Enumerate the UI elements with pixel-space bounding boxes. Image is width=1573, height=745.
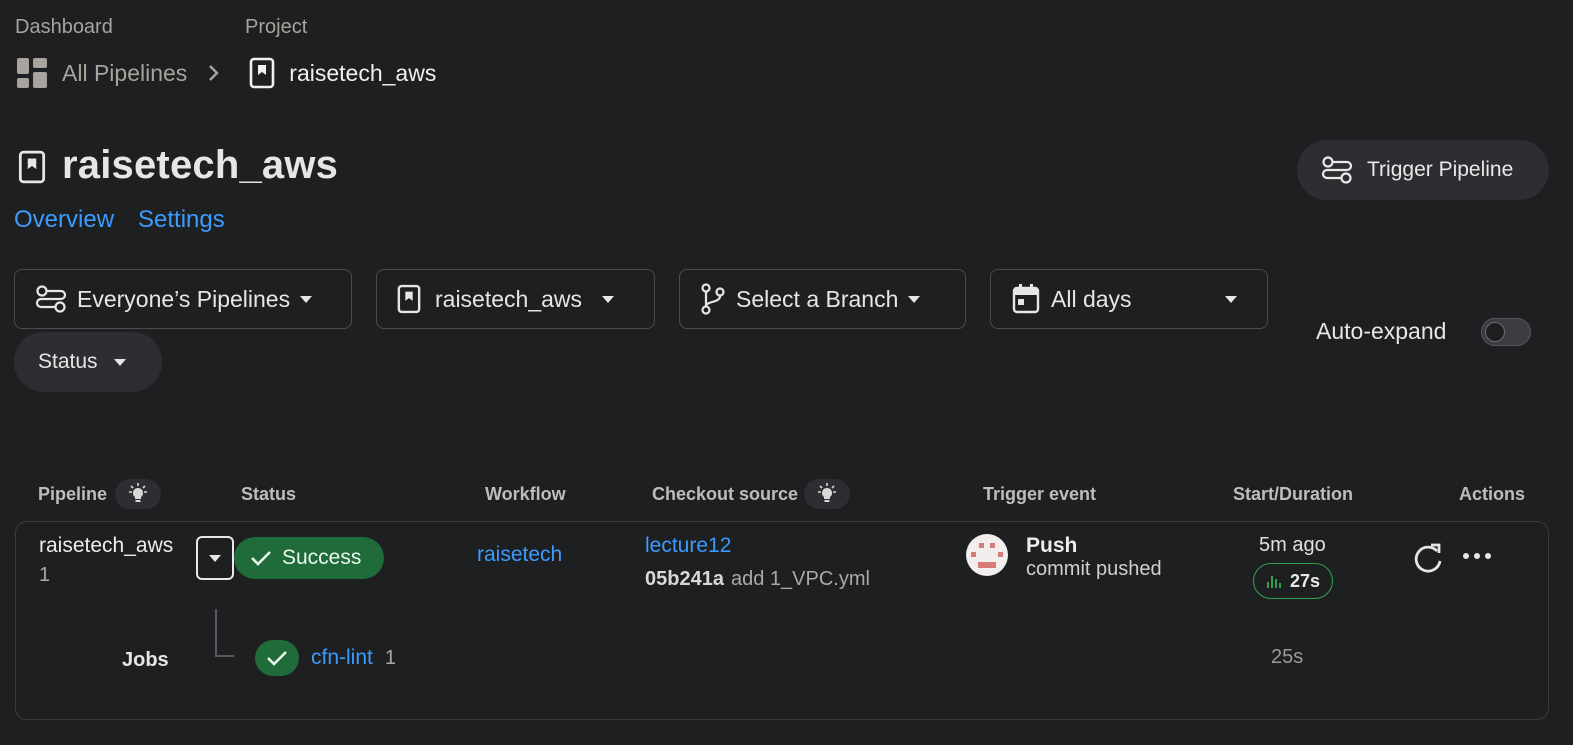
chevron-down-icon [113,358,126,366]
job-connector-line [214,609,236,659]
workflow-link[interactable]: raisetech [477,543,562,567]
branch-filter[interactable]: Select a Branch [679,269,966,329]
column-header-start: Start/Duration [1233,484,1354,504]
pipelines-icon [35,284,67,314]
chevron-down-icon [908,295,921,303]
breadcrumb-project-label: Project [245,16,308,38]
job-item: cfn-lint 1 [311,646,396,670]
project-icon [397,284,421,314]
chevron-down-icon [602,295,615,303]
chevron-down-icon [1225,295,1237,303]
column-header-workflow: Workflow [485,484,566,504]
pipeline-number: 1 [39,564,51,586]
commit-message: add 1_VPC.yml [730,568,870,590]
column-header-checkout-label: Checkout source [652,483,799,504]
pipelines-filter-label: Everyone’s Pipelines [77,285,291,312]
column-header-pipeline-label: Pipeline [38,483,108,504]
project-icon [249,57,275,89]
page-title: raisetech_aws [62,143,339,187]
duration-badge[interactable]: 27s [1253,563,1334,599]
days-filter[interactable]: All days [990,269,1268,329]
column-header-checkout: Checkout source [652,479,851,509]
status-badge[interactable]: Success [234,537,384,579]
toggle-knob [1485,322,1505,342]
commit-info: 05b241a add 1_VPC.yml [645,568,870,591]
duration-value: 27s [1290,570,1321,591]
trigger-detail: commit pushed [1026,558,1162,580]
avatar [965,533,1009,577]
days-filter-label: All days [1051,285,1132,312]
calendar-icon [1011,283,1041,315]
project-filter[interactable]: raisetech_aws [376,269,655,329]
commit-sha[interactable]: 05b241a [645,568,724,591]
branch-link[interactable]: lecture12 [645,534,731,558]
job-status-icon [255,640,299,676]
pipeline-name[interactable]: raisetech_aws [39,534,173,558]
breadcrumb-dashboard-label: Dashboard [15,16,113,38]
dashboard-icon [16,57,48,89]
status-filter-label: Status [38,350,98,373]
job-number: 1 [384,647,396,669]
auto-expand-toggle[interactable] [1481,318,1531,346]
trigger-pipeline-button[interactable]: Trigger Pipeline [1297,140,1549,200]
column-header-pipeline: Pipeline [38,479,162,509]
pipelines-filter[interactable]: Everyone’s Pipelines [14,269,352,329]
project-filter-label: raisetech_aws [435,285,583,312]
rerun-icon[interactable] [1411,541,1445,575]
column-header-actions: Actions [1459,484,1526,504]
job-duration: 25s [1271,646,1304,668]
tab-bar: Overview Settings [14,206,225,234]
breadcrumb-project[interactable]: raisetech_aws [289,60,436,87]
pipeline-settings-icon [1321,155,1353,185]
job-name-link[interactable]: cfn-lint [311,646,373,670]
breadcrumb: All Pipelines raisetech_aws [16,57,436,89]
auto-expand-label: Auto-expand [1316,318,1447,344]
column-header-trigger: Trigger event [983,484,1097,504]
trigger-event: Push [1026,534,1078,557]
check-icon [250,549,272,567]
lightbulb-icon[interactable] [804,479,851,509]
branch-filter-label: Select a Branch [736,285,899,312]
lightbulb-icon[interactable] [115,479,162,509]
status-badge-label: Success [282,546,362,569]
trigger-pipeline-label: Trigger Pipeline [1367,158,1514,181]
expand-toggle-button[interactable] [196,536,234,580]
tab-overview[interactable]: Overview [14,206,114,234]
more-options-icon[interactable] [1462,550,1492,562]
tab-settings[interactable]: Settings [138,206,225,234]
start-time: 5m ago [1259,534,1326,556]
bar-chart-icon [1266,573,1282,589]
jobs-label: Jobs [122,649,169,671]
column-header-status: Status [241,484,297,504]
status-filter[interactable]: Status [14,332,162,392]
chevron-down-icon [300,295,313,303]
chevron-down-icon [209,554,221,562]
branch-icon [700,283,726,315]
title-project-icon [18,150,46,184]
breadcrumb-all-pipelines[interactable]: All Pipelines [62,60,187,87]
chevron-right-icon [207,63,221,83]
